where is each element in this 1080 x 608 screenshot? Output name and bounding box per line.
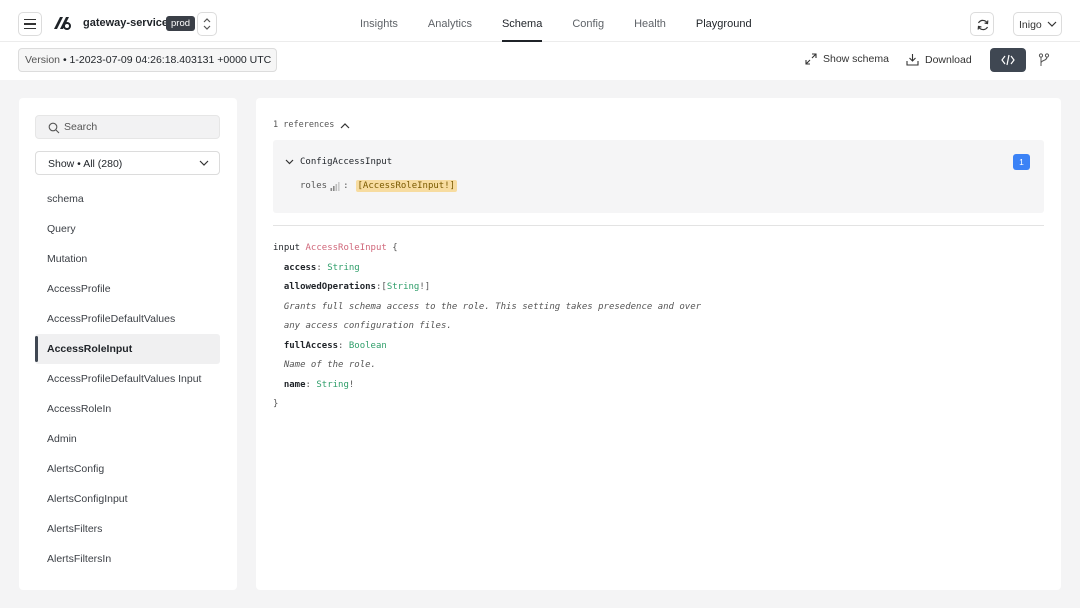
- field-type[interactable]: Boolean: [349, 341, 387, 351]
- nav-health[interactable]: Health: [619, 0, 681, 42]
- refresh-icon: [977, 19, 989, 31]
- sdl-field-allowedoperations: allowedOperations:[String!]: [273, 278, 701, 298]
- hamburger-icon[interactable]: [18, 12, 42, 36]
- show-schema-label: Show schema: [823, 53, 889, 65]
- inigo-logo[interactable]: [52, 14, 72, 32]
- user-menu-button[interactable]: Inigo: [1013, 12, 1062, 36]
- user-name: Inigo: [1019, 19, 1042, 31]
- usage-bars-icon: [330, 181, 340, 191]
- version-prefix: Version: [25, 54, 61, 66]
- sdl-field-fullaccess: fullAccess: Boolean: [273, 337, 701, 357]
- main-nav: Insights Analytics Schema Config Health …: [345, 0, 767, 42]
- filter-label: Show • All (280): [48, 158, 123, 170]
- field-type[interactable]: String: [327, 263, 360, 273]
- code-icon: [1001, 54, 1015, 66]
- description-line: Name of the role.: [283, 360, 376, 370]
- version-value: 1-2023-07-09 04:26:18.403131 +0000 UTC: [69, 54, 272, 66]
- type-item-accessprofiledefaultvalues[interactable]: AccessProfileDefaultValues: [35, 304, 220, 334]
- reference-field-type[interactable]: [AccessRoleInput!]: [355, 180, 458, 192]
- description-line: any access configuration files.: [283, 321, 452, 331]
- type-item-accessprofile[interactable]: AccessProfile: [35, 274, 220, 304]
- field-type[interactable]: String: [316, 380, 349, 390]
- field-type[interactable]: String: [387, 282, 420, 292]
- type-item-query[interactable]: Query: [35, 214, 220, 244]
- field-description: Grants full schema access to the role. T…: [273, 298, 701, 318]
- sdl-header: input AccessRoleInput {: [273, 239, 701, 259]
- description-line: Grants full schema access to the role. T…: [283, 301, 702, 312]
- reference-card: ConfigAccessInput 1 roles : [AccessRoleI…: [273, 140, 1044, 213]
- version-selector[interactable]: Version • 1-2023-07-09 04:26:18.403131 +…: [18, 48, 277, 72]
- reference-type-name: ConfigAccessInput: [300, 157, 393, 167]
- download-button[interactable]: Download: [906, 53, 972, 66]
- download-icon: [906, 54, 919, 66]
- type-filter-select[interactable]: Show • All (280): [35, 151, 220, 175]
- branch-icon: [1038, 53, 1050, 66]
- field-type-suffix: !]: [419, 282, 431, 292]
- show-schema-button[interactable]: Show schema: [805, 53, 889, 65]
- sdl-type-name: AccessRoleInput: [305, 243, 387, 253]
- code-view-button[interactable]: [990, 48, 1026, 72]
- type-item-alertsfiltersin[interactable]: AlertsFiltersIn: [35, 544, 220, 574]
- sdl-field-name: name: String!: [273, 376, 701, 396]
- type-item-admin[interactable]: Admin: [35, 424, 220, 454]
- type-item-schema[interactable]: schema: [35, 184, 220, 214]
- nav-analytics[interactable]: Analytics: [413, 0, 487, 42]
- nav-playground[interactable]: Playground: [681, 0, 767, 42]
- field-description: Name of the role.: [273, 356, 701, 376]
- field-separator: :: [316, 262, 328, 273]
- nav-schema[interactable]: Schema: [487, 0, 557, 42]
- references-label: 1 references: [273, 120, 335, 130]
- type-item-mutation[interactable]: Mutation: [35, 244, 220, 274]
- type-item-alertsconfiginput[interactable]: AlertsConfigInput: [35, 484, 220, 514]
- type-item-accessrolein[interactable]: AccessRoleIn: [35, 394, 220, 424]
- refresh-button[interactable]: [970, 12, 994, 36]
- types-sidebar: Show • All (280) schema Query Mutation A…: [19, 98, 237, 590]
- field-separator: :: [338, 340, 349, 351]
- sdl-close-brace: }: [273, 399, 279, 409]
- chevron-up-icon: [340, 122, 350, 128]
- chevron-updown-icon: [203, 18, 211, 30]
- references-toggle[interactable]: 1 references: [273, 120, 350, 130]
- schema-detail-panel: 1 references ConfigAccessInput 1 roles :…: [256, 98, 1061, 590]
- reference-field-name: roles: [300, 181, 328, 191]
- branch-button[interactable]: [1030, 48, 1058, 72]
- type-item-alertsconfig[interactable]: AlertsConfig: [35, 454, 220, 484]
- reference-count-badge: 1: [1013, 154, 1030, 170]
- top-bar: gateway-service prod Insights Analytics …: [0, 0, 1080, 42]
- environment-badge: prod: [166, 16, 196, 31]
- service-name[interactable]: gateway-service: [83, 17, 168, 29]
- search-box[interactable]: [35, 115, 220, 139]
- field-description: any access configuration files.: [273, 317, 701, 337]
- sdl-keyword: input: [273, 243, 301, 253]
- search-input[interactable]: [64, 119, 214, 135]
- divider: [273, 225, 1044, 226]
- expand-icon: [805, 53, 817, 65]
- version-separator: •: [62, 54, 70, 66]
- download-label: Download: [925, 53, 972, 66]
- search-icon: [48, 122, 60, 134]
- field-name: fullAccess: [283, 340, 339, 351]
- sdl-footer: }: [273, 395, 701, 415]
- field-name: name: [283, 379, 306, 390]
- service-switch-button[interactable]: [197, 12, 217, 36]
- reference-field: roles : [AccessRoleInput!]: [300, 180, 458, 192]
- chevron-down-icon: [1047, 21, 1057, 27]
- sdl-definition: input AccessRoleInput { access: String a…: [273, 239, 701, 415]
- field-name: access: [283, 262, 317, 273]
- type-item-accessprofiledefaultvalues-input[interactable]: AccessProfileDefaultValues Input: [35, 364, 220, 394]
- field-name: allowedOperations: [283, 282, 376, 292]
- chevron-down-icon: [199, 160, 209, 166]
- field-separator: :: [305, 379, 317, 390]
- nav-config[interactable]: Config: [557, 0, 619, 42]
- reference-separator: :: [343, 181, 349, 191]
- type-item-alertsfilters[interactable]: AlertsFilters: [35, 514, 220, 544]
- type-list: schema Query Mutation AccessProfile Acce…: [35, 184, 220, 574]
- sdl-open-brace: {: [392, 243, 398, 253]
- sdl-field-access: access: String: [273, 259, 701, 279]
- reference-title[interactable]: ConfigAccessInput: [285, 157, 392, 167]
- type-item-accessroleinput[interactable]: AccessRoleInput: [35, 334, 220, 364]
- nav-insights[interactable]: Insights: [345, 0, 413, 42]
- field-type-suffix: !: [348, 379, 355, 390]
- chevron-down-icon: [285, 159, 294, 165]
